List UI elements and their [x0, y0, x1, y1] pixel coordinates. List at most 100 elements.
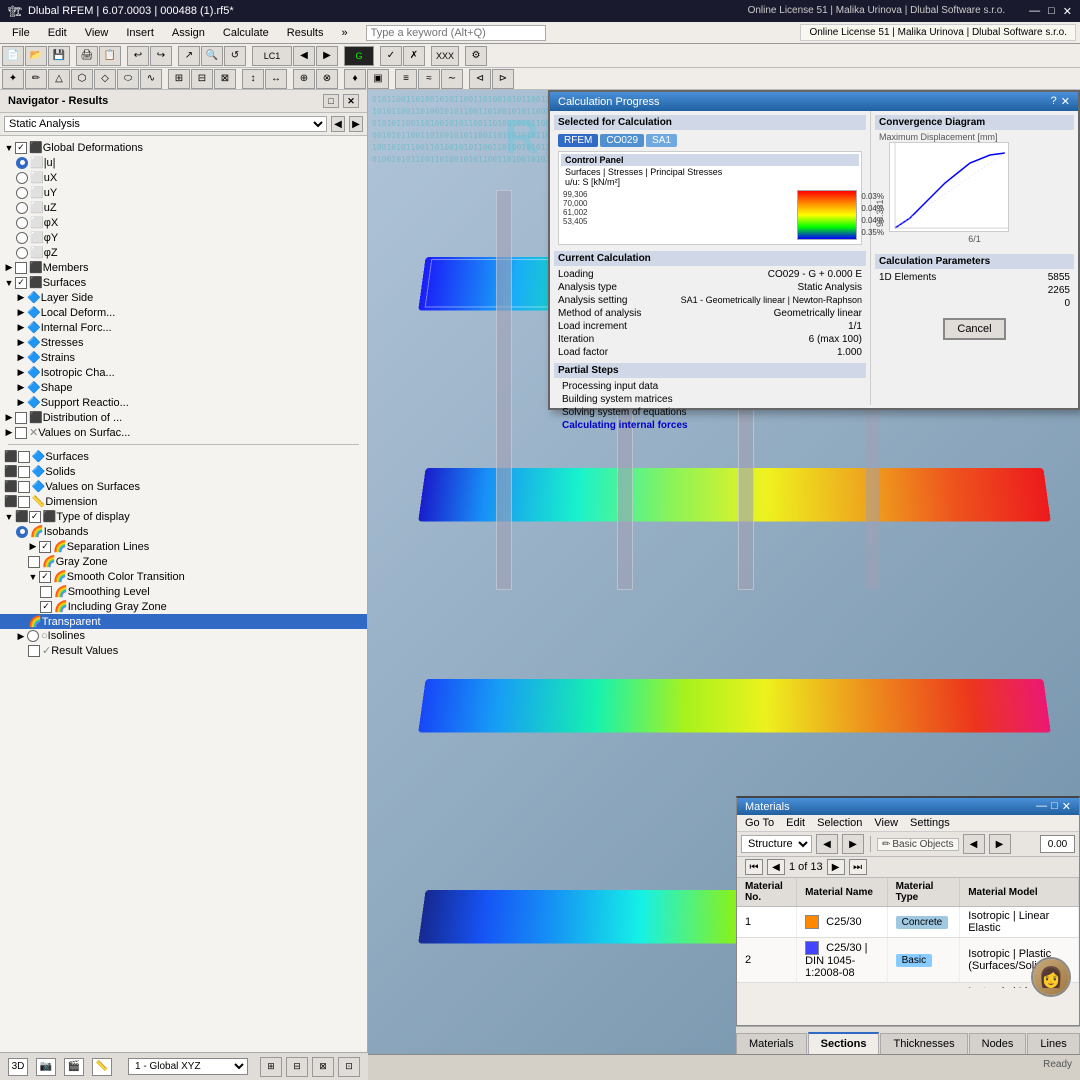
nav-cb-dim[interactable] [18, 496, 30, 508]
mat-row-1[interactable]: 1 C25/30 Concrete Isotropic | Linear Ela… [737, 907, 1079, 938]
nav-global-deformations[interactable]: ▼ ⬛ Global Deformations [0, 140, 367, 155]
window-minimize[interactable]: — [1029, 5, 1040, 18]
menu-view[interactable]: View [77, 25, 117, 41]
menu-calculate[interactable]: Calculate [215, 25, 277, 41]
nav-gray-zone[interactable]: 🌈 Gray Zone [0, 554, 367, 569]
tb-cross[interactable]: ✗ [403, 46, 425, 66]
bo-prev[interactable]: ◀ [963, 834, 985, 854]
nav-icon-3[interactable]: ⊠ [312, 1057, 334, 1077]
tb-new[interactable]: 📄 [2, 46, 24, 66]
nav-isobands[interactable]: 🌈 Isobands [0, 524, 367, 539]
nav-cb-result-val[interactable] [28, 645, 40, 657]
mat-nav-prev[interactable]: ◀ [816, 834, 838, 854]
nav-surfaces[interactable]: ▼ ⬛ Surfaces [0, 275, 367, 290]
tb-open[interactable]: 📂 [25, 46, 47, 66]
tb-lc-next[interactable]: ▶ [316, 46, 338, 66]
nav-icon-4[interactable]: ⊡ [338, 1057, 360, 1077]
nav-layer-side[interactable]: ▶ 🔷 Layer Side [0, 290, 367, 305]
nav-type-display[interactable]: ▼ ⬛ ⬛ Type of display [0, 509, 367, 524]
mat-close-icon[interactable]: ✕ [1062, 800, 1071, 813]
nav-surfaces-2[interactable]: ⬛ 🔷 Surfaces [0, 449, 367, 464]
tb-check[interactable]: ✓ [380, 46, 402, 66]
nav-stresses[interactable]: ▶ 🔷 Stresses [0, 335, 367, 350]
tb-d3[interactable]: △ [48, 69, 70, 89]
nav-icon-2[interactable]: ⊟ [286, 1057, 308, 1077]
tb-rotate[interactable]: ↺ [224, 46, 246, 66]
nav-members[interactable]: ▶ ⬛ Members [0, 260, 367, 275]
search-input[interactable] [366, 25, 546, 41]
nav-transparent[interactable]: 🌈 Transparent [0, 614, 367, 629]
window-close[interactable]: ✕ [1063, 5, 1072, 18]
nav-restore[interactable]: □ [323, 94, 339, 108]
mat-row-3[interactable]: 3 S235 Steel Isotropic | Linear El... [737, 983, 1079, 989]
nav-phiz[interactable]: ⬜ φZ [0, 245, 367, 260]
nav-incl-gray[interactable]: 🌈 Including Gray Zone [0, 599, 367, 614]
tb-print2[interactable]: 📋 [99, 46, 121, 66]
mat-menu-view[interactable]: View [874, 817, 898, 829]
nav-values-surfaces[interactable]: ▶ ✕ Values on Surfac... [0, 425, 367, 440]
nav-cb-smoothing[interactable] [40, 586, 52, 598]
tb-select[interactable]: ↗ [178, 46, 200, 66]
tb-d21[interactable]: ⊳ [492, 69, 514, 89]
bo-next[interactable]: ▶ [989, 834, 1011, 854]
tb-d20[interactable]: ⊲ [469, 69, 491, 89]
structure-dropdown[interactable]: Structure [741, 835, 812, 853]
tb-save[interactable]: 💾 [48, 46, 70, 66]
nav-smooth-color[interactable]: ▼ 🌈 Smooth Color Transition [0, 569, 367, 584]
nav-cb-vos[interactable] [18, 481, 30, 493]
tb-xxx[interactable]: XXX [431, 46, 459, 66]
tb-d15[interactable]: ♦ [344, 69, 366, 89]
nav-cb-incl-gray[interactable] [40, 601, 52, 613]
nav-cb-surfaces[interactable] [15, 277, 27, 289]
tb-redo[interactable]: ↪ [150, 46, 172, 66]
nav-radio-isobands[interactable] [16, 526, 28, 538]
tab-materials[interactable]: Materials [736, 1033, 807, 1054]
nav-radio-ux[interactable] [16, 172, 28, 184]
nav-internal-forces[interactable]: ▶ 🔷 Internal Forc... [0, 320, 367, 335]
tb-d8[interactable]: ⊞ [168, 69, 190, 89]
tb-d4[interactable]: ⬡ [71, 69, 93, 89]
tb-d6[interactable]: ⬭ [117, 69, 139, 89]
mat-minimize[interactable]: — [1036, 800, 1047, 813]
nav-cb-global-def[interactable] [15, 142, 27, 154]
nav-ux[interactable]: ⬜ uX [0, 170, 367, 185]
nav-radio-u-abs[interactable] [16, 157, 28, 169]
nav-solids[interactable]: ⬛ 🔷 Solids [0, 464, 367, 479]
tb-lc[interactable]: LC1 [252, 46, 292, 66]
tb-d9[interactable]: ⊟ [191, 69, 213, 89]
view-film[interactable]: 🎬 [64, 1058, 84, 1076]
window-maximize[interactable]: □ [1048, 5, 1055, 18]
mat-menu-edit[interactable]: Edit [786, 817, 805, 829]
mat-menu-settings[interactable]: Settings [910, 817, 950, 829]
pg-first[interactable]: ⏮ [745, 859, 763, 875]
nav-result-values[interactable]: ✓ Result Values [0, 643, 367, 658]
nav-cb-type[interactable] [29, 511, 41, 523]
nav-cb-values[interactable] [15, 427, 27, 439]
nav-radio-uz[interactable] [16, 202, 28, 214]
nav-u-abs[interactable]: ⬜ |u| [0, 155, 367, 170]
tab-nodes[interactable]: Nodes [969, 1033, 1027, 1054]
tb-d18[interactable]: ≈ [418, 69, 440, 89]
nav-icon-1[interactable]: ⊞ [260, 1057, 282, 1077]
nav-uz[interactable]: ⬜ uZ [0, 200, 367, 215]
nav-radio-phiz[interactable] [16, 247, 28, 259]
nav-prev[interactable]: ◀ [331, 116, 345, 132]
menu-file[interactable]: File [4, 25, 38, 41]
tab-thicknesses[interactable]: Thicknesses [880, 1033, 967, 1054]
menu-edit[interactable]: Edit [40, 25, 75, 41]
nav-dimension[interactable]: ⬛ 📏 Dimension [0, 494, 367, 509]
nav-cb-members[interactable] [15, 262, 27, 274]
tb-d16[interactable]: ▣ [367, 69, 389, 89]
analysis-dropdown[interactable]: Static Analysis [4, 116, 327, 132]
nav-cb-surfaces-2[interactable] [18, 451, 30, 463]
nav-local-deform[interactable]: ▶ 🔷 Local Deform... [0, 305, 367, 320]
nav-smoothing-level[interactable]: 🌈 Smoothing Level [0, 584, 367, 599]
mat-nav-next[interactable]: ▶ [842, 834, 864, 854]
tb-print[interactable]: 🖨 [76, 46, 98, 66]
lc-selector[interactable]: 1 - Global XYZ [128, 1058, 248, 1075]
nav-cb-solids[interactable] [18, 466, 30, 478]
nav-cb-sep-lines[interactable] [39, 541, 51, 553]
tb-zoom[interactable]: 🔍 [201, 46, 223, 66]
tb-d2[interactable]: ✏ [25, 69, 47, 89]
nav-phiy[interactable]: ⬜ φY [0, 230, 367, 245]
